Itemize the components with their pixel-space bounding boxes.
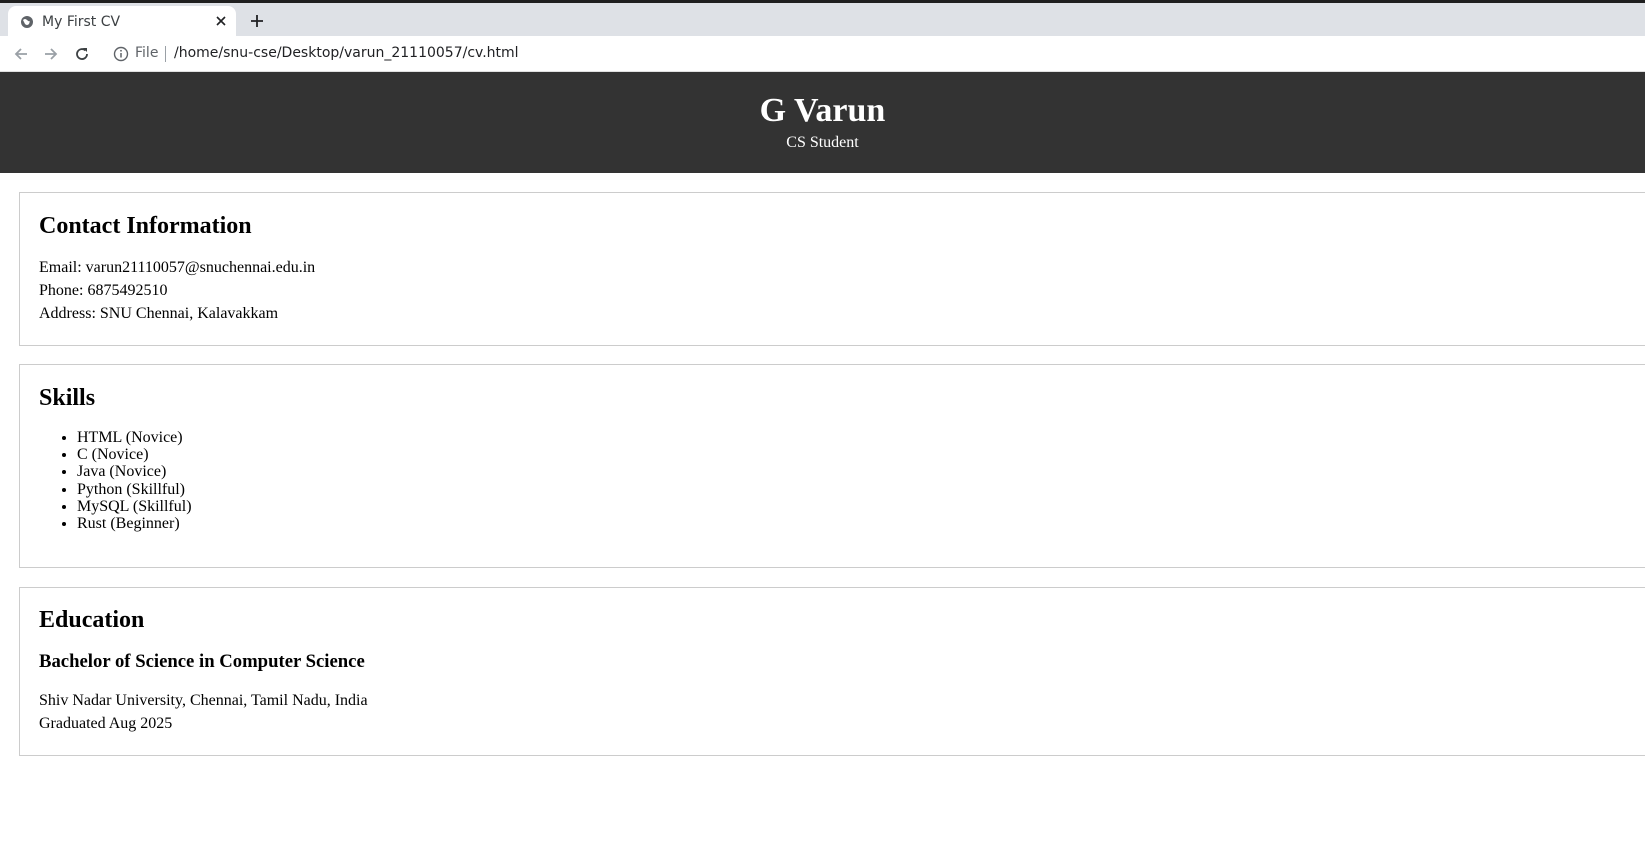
page-subtitle: CS Student [786,134,859,151]
reload-icon[interactable] [73,45,91,63]
contact-email: Email: varun21110057@snuchennai.edu.in [39,259,316,276]
close-icon[interactable] [214,14,228,28]
forward-arrow-icon[interactable] [42,45,60,63]
page-title: G Varun [759,92,886,129]
institution: Shiv Nadar University, Chennai, Tamil Na… [39,692,368,709]
tab-strip: My First CV [0,0,1645,39]
degree-title: Bachelor of Science in Computer Science [39,651,365,672]
list-item: Python (Skillful) [77,481,192,498]
back-arrow-icon[interactable] [12,45,30,63]
info-icon[interactable] [113,46,129,62]
list-item: Java (Novice) [77,463,192,480]
plus-icon[interactable] [249,13,265,29]
education-section: Education Bachelor of Science in Compute… [19,587,1645,756]
tab-my-first-cv[interactable]: My First CV [8,6,236,39]
contact-heading: Contact Information [39,213,252,239]
list-item: C (Novice) [77,446,192,463]
skills-heading: Skills [39,385,96,411]
graduation-date: Graduated Aug 2025 [39,715,173,732]
url-text[interactable]: /home/snu-cse/Desktop/varun_21110057/cv.… [174,45,519,61]
contact-address: Address: SNU Chennai, Kalavakkam [39,305,279,322]
address-bar[interactable]: File /home/snu-cse/Desktop/varun_2111005… [104,39,1604,69]
contact-section: Contact Information Email: varun21110057… [19,192,1645,346]
tab-title: My First CV [42,14,121,30]
globe-icon [21,16,33,28]
browser-toolbar: File /home/snu-cse/Desktop/varun_2111005… [0,36,1645,72]
list-item: Rust (Beginner) [77,515,192,532]
education-heading: Education [39,607,145,633]
omnibox-divider [165,46,166,62]
page-header: G Varun CS Student [0,72,1645,173]
list-item: MySQL (Skillful) [77,498,192,515]
scheme-label: File [135,45,159,61]
cv-page: G Varun CS Student Contact Information E… [0,72,1645,868]
skills-section: Skills HTML (Novice) C (Novice) Java (No… [19,364,1645,568]
list-item: HTML (Novice) [77,429,192,446]
contact-phone: Phone: 6875492510 [39,282,168,299]
skills-list: HTML (Novice) C (Novice) Java (Novice) P… [77,429,192,532]
